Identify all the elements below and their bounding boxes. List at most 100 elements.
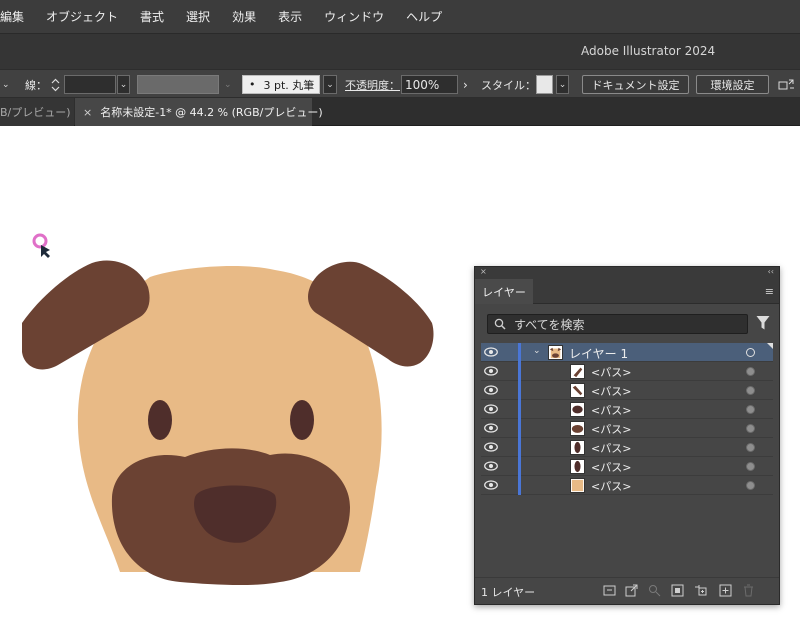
menu-type[interactable]: 書式 — [140, 8, 164, 25]
panel-header[interactable]: × ‹‹ — [475, 267, 779, 279]
search-icon — [494, 318, 506, 330]
expand-chevron-icon[interactable]: ⌄ — [533, 346, 541, 356]
layer-name[interactable]: レイヤー 1 — [569, 345, 628, 362]
path-name[interactable]: <パス> — [591, 364, 631, 380]
path-row[interactable]: <パス> — [481, 476, 773, 495]
left-eye-shape[interactable] — [148, 400, 172, 440]
panel-menu-icon[interactable]: ≡ — [765, 285, 774, 298]
path-thumbnail — [570, 402, 585, 417]
path-row[interactable]: <パス> — [481, 381, 773, 400]
export-icon[interactable] — [625, 584, 638, 597]
path-name[interactable]: <パス> — [591, 421, 631, 437]
path-row[interactable]: <パス> — [481, 400, 773, 419]
arrange-documents-icon[interactable] — [778, 75, 796, 94]
preferences-button[interactable]: 環境設定 — [696, 75, 769, 94]
title-bar: Adobe Illustrator 2024 — [0, 33, 800, 69]
layer-search-input[interactable]: すべてを検索 — [487, 314, 748, 334]
path-row[interactable]: <パス> — [481, 419, 773, 438]
path-thumbnail — [570, 478, 585, 493]
opacity-label[interactable]: 不透明度： — [345, 75, 400, 94]
stroke-weight-dropdown[interactable]: ⌄ — [117, 75, 130, 94]
new-layer-icon[interactable] — [719, 584, 732, 597]
layer-list: ⌄ レイヤー 1 <パス> <パス> <パス> <パス> <パス> <パス> <パス> — [481, 343, 773, 495]
filter-icon[interactable] — [756, 315, 770, 331]
menu-window[interactable]: ウィンドウ — [324, 8, 384, 25]
visibility-eye-icon[interactable] — [484, 461, 498, 471]
tab-previous-document[interactable]: B/プレビュー) — [0, 98, 74, 126]
path-name[interactable]: <パス> — [591, 383, 631, 399]
panel-close-icon[interactable]: × — [480, 267, 487, 276]
tab-active-document[interactable]: × 名称未設定-1* @ 44.2 % (RGB/プレビュー) — [75, 98, 323, 126]
trash-icon[interactable] — [742, 584, 755, 597]
close-icon[interactable]: × — [83, 106, 92, 119]
visibility-eye-icon[interactable] — [484, 480, 498, 490]
document-setup-button[interactable]: ドキュメント設定 — [582, 75, 689, 94]
layer-color-bar — [518, 419, 521, 438]
path-name[interactable]: <パス> — [591, 402, 631, 418]
new-sublayer-icon[interactable] — [694, 584, 707, 597]
layers-panel: × ‹‹ レイヤー ≡ すべてを検索 ⌄ レイヤー 1 <パス> <パス> <パス>… — [474, 266, 780, 605]
path-name[interactable]: <パス> — [591, 440, 631, 456]
stepper-arrows-icon — [51, 78, 60, 91]
stroke-label: 線： — [25, 78, 47, 92]
path-thumbnail — [570, 459, 585, 474]
target-circle-icon[interactable] — [746, 348, 755, 357]
visibility-eye-icon[interactable] — [484, 347, 498, 357]
right-eye-shape[interactable] — [290, 400, 314, 440]
layer-color-bar — [518, 362, 521, 381]
visibility-eye-icon[interactable] — [484, 423, 498, 433]
path-thumbnail — [570, 440, 585, 455]
menu-select[interactable]: 選択 — [186, 8, 210, 25]
style-dropdown[interactable]: ⌄ — [556, 75, 569, 94]
path-name[interactable]: <パス> — [591, 478, 631, 494]
brush-definition-field[interactable]: • 3 pt. 丸筆 — [242, 75, 320, 94]
visibility-eye-icon[interactable] — [484, 442, 498, 452]
menu-edit[interactable]: 編集 — [0, 8, 24, 25]
path-thumbnail — [570, 421, 585, 436]
menu-help[interactable]: ヘルプ — [406, 8, 442, 25]
locate-object-icon[interactable] — [648, 584, 661, 597]
variable-width-profile[interactable] — [137, 75, 219, 94]
fill-dropdown-chevron[interactable]: ⌄ — [2, 75, 10, 94]
collect-export-icon[interactable] — [603, 584, 616, 597]
layer-color-bar — [518, 457, 521, 476]
tab-layers[interactable]: レイヤー — [475, 279, 533, 304]
target-circle-icon[interactable] — [746, 386, 755, 395]
opacity-field[interactable]: 100% — [401, 75, 458, 94]
target-circle-icon[interactable] — [746, 424, 755, 433]
layer-color-bar — [518, 343, 521, 362]
graphic-style-swatch[interactable] — [536, 75, 553, 94]
menu-effect[interactable]: 効果 — [232, 8, 256, 25]
path-row[interactable]: <パス> — [481, 457, 773, 476]
profile-dropdown-chevron[interactable]: ⌄ — [224, 75, 232, 94]
visibility-eye-icon[interactable] — [484, 366, 498, 376]
target-circle-icon[interactable] — [746, 443, 755, 452]
target-circle-icon[interactable] — [746, 367, 755, 376]
brush-dropdown[interactable]: ⌄ — [323, 75, 337, 94]
panel-tab-strip: レイヤー ≡ — [475, 279, 779, 304]
path-row[interactable]: <パス> — [481, 438, 773, 457]
opacity-popup-arrow[interactable]: › — [463, 75, 468, 94]
visibility-eye-icon[interactable] — [484, 404, 498, 414]
menu-object[interactable]: オブジェクト — [46, 8, 118, 25]
layer-color-bar — [518, 400, 521, 419]
target-circle-icon[interactable] — [746, 481, 755, 490]
panel-collapse-icon[interactable]: ‹‹ — [768, 267, 774, 276]
path-name[interactable]: <パス> — [591, 459, 631, 475]
app-title: Adobe Illustrator 2024 — [581, 44, 716, 58]
menu-bar: 編集 オブジェクト 書式 選択 効果 表示 ウィンドウ ヘルプ — [0, 0, 800, 33]
path-row[interactable]: <パス> — [481, 362, 773, 381]
stroke-weight-stepper[interactable] — [51, 75, 60, 94]
selection-corner-indicator — [767, 343, 773, 349]
cursor-arrow-icon — [41, 245, 50, 258]
menu-view[interactable]: 表示 — [278, 8, 302, 25]
brush-value: 3 pt. 丸筆 — [263, 78, 315, 92]
make-clipping-mask-icon[interactable] — [671, 584, 684, 597]
target-circle-icon[interactable] — [746, 462, 755, 471]
layer-thumbnail — [548, 345, 563, 360]
visibility-eye-icon[interactable] — [484, 385, 498, 395]
stroke-weight-field[interactable] — [64, 75, 116, 94]
target-circle-icon[interactable] — [746, 405, 755, 414]
control-bar: ⌄ 線： ⌄ ⌄ • 3 pt. 丸筆 ⌄ 不透明度： 100% › スタイル：… — [0, 69, 800, 98]
layer-row-layer-1[interactable]: ⌄ レイヤー 1 — [481, 343, 773, 362]
